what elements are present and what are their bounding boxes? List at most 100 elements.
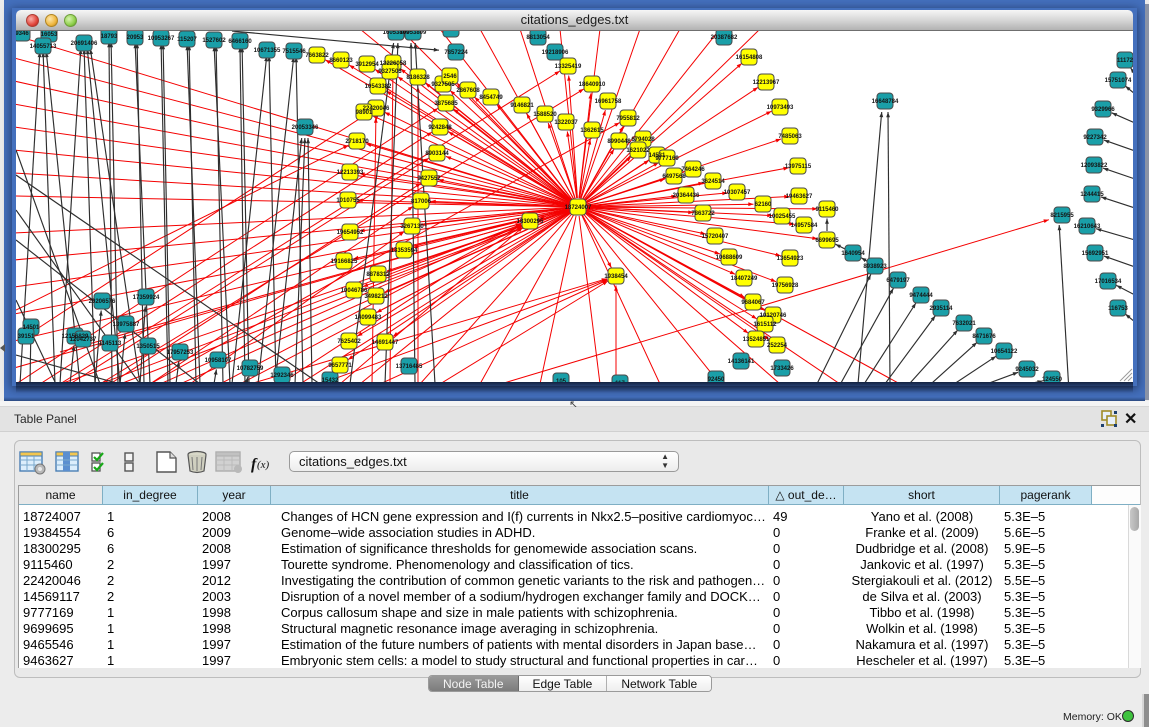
svg-text:13975887: 13975887: [113, 322, 140, 328]
svg-text:1588520: 1588520: [533, 112, 557, 118]
svg-text:8878312: 8878312: [366, 272, 390, 278]
svg-text:19218906: 19218906: [542, 50, 569, 56]
svg-text:1362615: 1362615: [580, 128, 604, 134]
svg-text:7863722: 7863722: [691, 211, 715, 217]
svg-text:1733426: 1733426: [770, 366, 794, 372]
svg-text:9657771: 9657771: [328, 363, 352, 369]
svg-text:7632021: 7632021: [952, 321, 976, 327]
svg-text:13325419: 13325419: [555, 64, 582, 70]
svg-text:7625402: 7625402: [337, 339, 361, 345]
svg-text:2718170: 2718170: [345, 139, 369, 145]
svg-text:98901: 98901: [356, 110, 373, 116]
svg-text:8813054: 8813054: [526, 35, 550, 41]
svg-text:78572: 78572: [443, 31, 460, 33]
svg-text:8215955: 8215955: [1050, 213, 1074, 219]
svg-text:14691447: 14691447: [372, 340, 399, 346]
svg-text:18407249: 18407249: [731, 276, 758, 282]
svg-text:1527602: 1527602: [202, 38, 226, 44]
svg-text:16154808: 16154808: [736, 55, 763, 61]
svg-text:9777169: 9777169: [655, 156, 679, 162]
svg-text:17359924: 17359924: [133, 295, 160, 301]
svg-text:116753: 116753: [1108, 306, 1128, 312]
svg-text:1010755: 1010755: [336, 198, 360, 204]
svg-text:16961758: 16961758: [595, 99, 622, 105]
svg-text:10671355: 10671355: [254, 48, 281, 54]
svg-text:10025455: 10025455: [769, 214, 796, 220]
svg-text:9474444: 9474444: [909, 293, 933, 299]
svg-text:14136141: 14136141: [728, 359, 755, 365]
svg-text:9327503: 9327503: [378, 69, 402, 75]
svg-text:16210643: 16210643: [1074, 224, 1101, 230]
svg-text:20206576: 20206576: [89, 299, 116, 305]
svg-text:14099483: 14099483: [355, 315, 382, 321]
svg-text:1615112: 1615112: [753, 322, 777, 328]
svg-text:14957584: 14957584: [791, 223, 818, 229]
svg-text:10307457: 10307457: [724, 190, 751, 196]
svg-text:20691406: 20691406: [71, 41, 98, 47]
svg-text:(x): (x): [257, 459, 270, 471]
svg-text:3267130: 3267130: [400, 224, 424, 230]
svg-text:18724007: 18724007: [565, 205, 592, 211]
svg-text:20364436: 20364436: [673, 193, 700, 199]
svg-text:9427552: 9427552: [417, 176, 441, 182]
svg-text:10953267: 10953267: [148, 36, 175, 42]
svg-text:9329966: 9329966: [1091, 107, 1115, 113]
svg-text:9242848: 9242848: [428, 125, 452, 131]
svg-text:6497568: 6497568: [662, 174, 686, 180]
svg-text:16648784: 16648784: [872, 99, 899, 105]
svg-text:13716485: 13716485: [396, 364, 423, 370]
svg-text:1145113: 1145113: [99, 341, 122, 347]
svg-text:20953: 20953: [127, 35, 144, 41]
svg-text:15751074: 15751074: [1105, 78, 1132, 84]
svg-text:9684067: 9684067: [741, 300, 765, 306]
svg-text:10688609: 10688609: [716, 255, 743, 261]
svg-text:1938454: 1938454: [604, 274, 628, 280]
svg-text:8938923: 8938923: [863, 264, 887, 270]
svg-text:12093822: 12093822: [1081, 163, 1108, 169]
svg-text:8903144: 8903144: [425, 151, 449, 157]
svg-text:10120746: 10120746: [760, 313, 787, 319]
svg-text:1322037: 1322037: [554, 120, 578, 126]
svg-text:1350515: 1350515: [136, 344, 160, 350]
svg-text:17957253: 17957253: [167, 350, 194, 356]
svg-text:15692951: 15692951: [1082, 251, 1109, 257]
svg-text:13524851: 13524851: [743, 337, 770, 343]
svg-text:13353594: 13353594: [391, 248, 418, 254]
svg-text:16053: 16053: [41, 32, 58, 38]
svg-text:9227342: 9227342: [1083, 135, 1107, 141]
svg-text:18793: 18793: [101, 34, 118, 40]
svg-text:7464246: 7464246: [681, 167, 705, 173]
svg-text:10958107: 10958107: [205, 358, 232, 364]
svg-text:9146821: 9146821: [510, 103, 534, 109]
svg-text:252254: 252254: [767, 343, 788, 349]
svg-text:3498212: 3498212: [364, 294, 388, 300]
svg-text:20053346: 20053346: [292, 125, 319, 131]
svg-text:15720407: 15720407: [702, 234, 729, 240]
svg-text:6699695: 6699695: [815, 238, 839, 244]
svg-text:13654923: 13654923: [777, 256, 804, 262]
svg-text:11172: 11172: [1117, 58, 1133, 64]
svg-text:39151: 39151: [18, 334, 35, 340]
svg-text:2935114: 2935114: [929, 306, 953, 312]
svg-text:12042737: 12042737: [70, 337, 97, 343]
svg-text:10973493: 10973493: [767, 105, 794, 111]
svg-text:3912954: 3912954: [355, 62, 379, 68]
svg-text:8186328: 8186328: [406, 75, 430, 81]
svg-text:10782759: 10782759: [237, 366, 264, 372]
svg-text:115207: 115207: [177, 37, 197, 43]
svg-text:9327505: 9327505: [431, 82, 455, 88]
svg-text:10654122: 10654122: [991, 349, 1018, 355]
svg-text:1292346: 1292346: [270, 373, 294, 379]
svg-text:13975115: 13975115: [785, 164, 812, 170]
svg-text:8990448: 8990448: [607, 139, 631, 145]
svg-text:9115460: 9115460: [815, 207, 839, 213]
svg-text:6794028: 6794028: [631, 137, 655, 143]
svg-text:7955812: 7955812: [616, 116, 640, 122]
svg-text:8660123: 8660123: [329, 58, 353, 64]
svg-text:1640954: 1640954: [841, 251, 865, 257]
svg-text:10053809: 10053809: [400, 31, 427, 36]
svg-text:14501: 14501: [23, 325, 40, 331]
svg-text:7663822: 7663822: [305, 53, 329, 59]
svg-text:10543382: 10543382: [365, 84, 392, 90]
svg-text:3875685: 3875685: [434, 101, 458, 107]
